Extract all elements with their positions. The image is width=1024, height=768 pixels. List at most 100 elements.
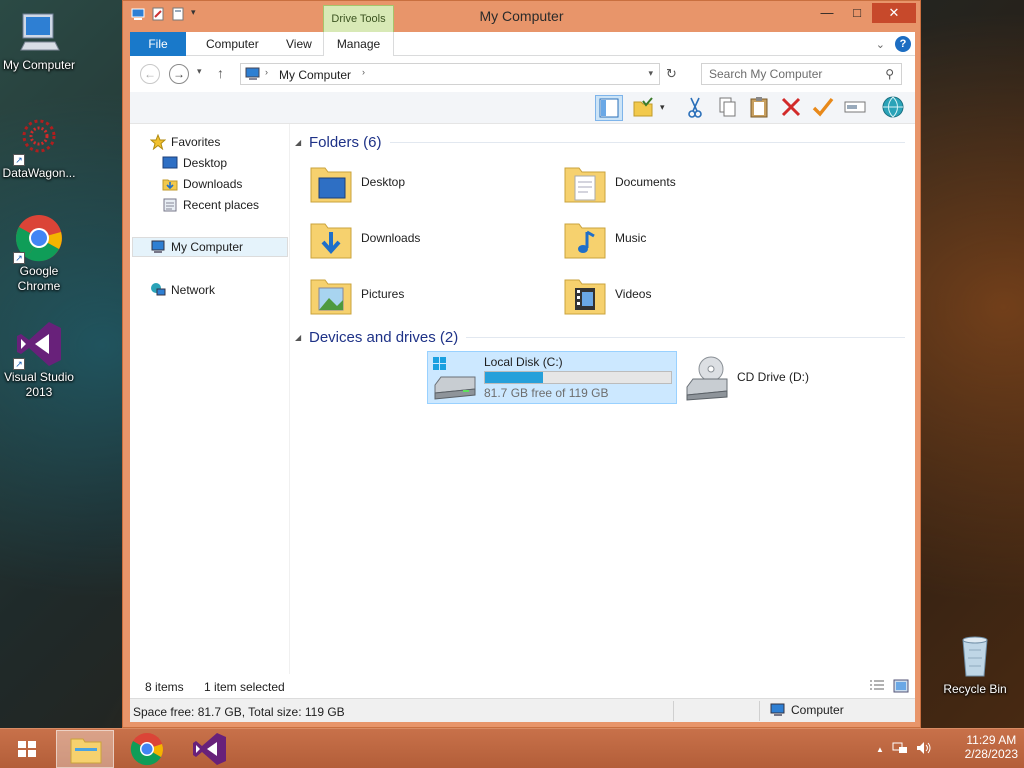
paste-button[interactable] xyxy=(746,95,774,121)
properties-button[interactable] xyxy=(810,95,838,121)
chrome-icon: ↗ xyxy=(13,214,63,264)
clock-time: 11:29 AM xyxy=(966,733,1017,747)
select-all-button[interactable] xyxy=(630,95,658,121)
tab-file[interactable]: File xyxy=(130,32,186,56)
search-icon[interactable]: ⚲ xyxy=(885,67,894,81)
folder-music[interactable]: Music xyxy=(561,213,811,263)
recent-places-icon xyxy=(162,197,178,213)
nav-network[interactable]: Network xyxy=(150,280,215,300)
folder-downloads[interactable]: Downloads xyxy=(307,213,557,263)
folder-name: Pictures xyxy=(361,287,405,301)
breadcrumb-chevron-icon[interactable]: › xyxy=(362,67,365,77)
details-location: Computer xyxy=(770,703,844,717)
folders-group-header[interactable]: ◢ Folders (6) xyxy=(295,132,905,152)
close-button[interactable]: ✕ xyxy=(872,3,916,23)
content-area: Favorites Desktop Downloads Recent place… xyxy=(130,124,915,674)
cut-button[interactable] xyxy=(682,95,710,121)
delete-button[interactable] xyxy=(778,95,806,121)
music-folder-icon xyxy=(561,214,609,262)
tab-manage[interactable]: Manage xyxy=(323,32,394,56)
drives-group-header[interactable]: ◢ Devices and drives (2) xyxy=(295,327,905,347)
folder-desktop[interactable]: Desktop xyxy=(307,157,557,207)
clock[interactable]: 11:29 AM 2/28/2023 xyxy=(965,733,1018,761)
folder-pictures[interactable]: Pictures xyxy=(307,269,557,319)
desktop-icon-my-computer[interactable]: My Computer xyxy=(0,8,78,73)
nav-recent-places[interactable]: Recent places xyxy=(162,195,259,215)
search-input[interactable] xyxy=(702,64,872,84)
explorer-window: ▾ Drive Tools My Computer — □ ✕ File Com… xyxy=(122,0,921,728)
drive-usage-bar xyxy=(484,371,672,384)
cd-drive-d-tile[interactable]: CD Drive (D:) xyxy=(683,352,933,402)
visual-studio-icon xyxy=(193,733,226,765)
address-bar[interactable]: › My Computer › ▾ xyxy=(240,63,660,85)
desktop-icon-google-chrome[interactable]: ↗ Google Chrome xyxy=(0,214,78,294)
select-dropdown-icon[interactable]: ▾ xyxy=(660,102,665,113)
nav-my-computer[interactable]: My Computer xyxy=(132,237,288,257)
address-dropdown-icon[interactable]: ▾ xyxy=(648,68,653,79)
local-disk-c-tile[interactable]: Local Disk (C:) 81.7 GB free of 119 GB xyxy=(427,351,677,404)
folder-check-icon xyxy=(633,97,653,117)
up-arrow-icon[interactable]: ↑ xyxy=(217,65,224,81)
taskbar-file-explorer[interactable] xyxy=(56,730,114,768)
desktop-folder-icon xyxy=(162,155,178,171)
selection-count: 1 item selected xyxy=(204,680,285,694)
delete-x-icon xyxy=(781,97,801,117)
large-icons-view-icon[interactable] xyxy=(893,679,909,693)
drives-group-label: Devices and drives (2) xyxy=(309,328,459,346)
desktop-icon-datawagon[interactable]: ↗ DataWagon... xyxy=(0,116,78,181)
details-view-icon[interactable] xyxy=(869,679,885,693)
nav-my-computer-label: My Computer xyxy=(171,240,244,254)
nav-network-label: Network xyxy=(171,283,216,297)
desktop-icon-recycle-bin[interactable]: Recycle Bin xyxy=(936,632,1014,697)
nav-downloads[interactable]: Downloads xyxy=(162,174,242,194)
expand-ribbon-chevron-icon[interactable]: ⌄ xyxy=(876,38,885,51)
tab-view[interactable]: View xyxy=(272,32,326,56)
preview-pane-button[interactable] xyxy=(595,95,623,121)
forward-button[interactable]: → xyxy=(169,64,189,84)
refresh-icon[interactable]: ↻ xyxy=(666,66,677,82)
tab-computer[interactable]: Computer xyxy=(192,32,273,56)
volume-icon[interactable] xyxy=(916,741,932,758)
start-button[interactable] xyxy=(0,730,56,768)
computer-small-icon xyxy=(770,703,785,716)
nav-desktop[interactable]: Desktop xyxy=(162,153,227,173)
minimize-button[interactable]: — xyxy=(812,3,842,23)
folder-name: Music xyxy=(615,231,647,245)
collapse-triangle-icon[interactable]: ◢ xyxy=(295,333,309,342)
help-icon[interactable]: ? xyxy=(895,36,911,52)
desktop-icon-label: My Computer xyxy=(2,58,76,72)
collapse-triangle-icon[interactable]: ◢ xyxy=(295,138,309,147)
main-content: ◢ Folders (6) Desktop Documents Download… xyxy=(295,124,915,674)
nav-desktop-label: Desktop xyxy=(183,156,228,170)
rename-icon xyxy=(844,101,866,113)
taskbar-visual-studio[interactable] xyxy=(180,730,238,768)
network-status-icon[interactable] xyxy=(892,741,908,758)
maximize-button[interactable]: □ xyxy=(842,3,872,23)
shortcut-arrow-icon: ↗ xyxy=(13,358,25,370)
star-icon xyxy=(149,133,167,151)
folder-videos[interactable]: Videos xyxy=(561,269,811,319)
layout-pane-icon xyxy=(599,98,619,118)
recent-locations-chevron-icon[interactable]: ▾ xyxy=(197,66,202,77)
cd-drive-icon xyxy=(683,353,731,401)
nav-favorites[interactable]: Favorites xyxy=(149,132,220,152)
copy-button[interactable] xyxy=(714,95,742,121)
address-path[interactable]: My Computer xyxy=(279,68,351,82)
search-box[interactable]: ⚲ xyxy=(701,63,902,85)
breadcrumb-separator-icon[interactable]: › xyxy=(265,67,268,77)
ribbon-help-area: ⌄ ? xyxy=(876,36,911,52)
details-separator xyxy=(673,701,674,721)
network-globe-button[interactable] xyxy=(880,95,908,121)
datawagon-icon: ↗ xyxy=(13,116,63,166)
rename-button[interactable] xyxy=(842,95,870,121)
downloads-folder-icon xyxy=(307,214,355,262)
window-controls: — □ ✕ xyxy=(812,3,916,23)
title-bar[interactable]: ▾ Drive Tools My Computer — □ ✕ xyxy=(123,1,920,32)
visual-studio-icon: ↗ xyxy=(13,320,63,370)
show-hidden-icons-icon[interactable]: ▲ xyxy=(876,745,884,754)
desktop-icon-visual-studio[interactable]: ↗ Visual Studio 2013 xyxy=(0,320,78,400)
pictures-folder-icon xyxy=(307,270,355,318)
back-button[interactable]: ← xyxy=(140,64,160,84)
taskbar-chrome[interactable] xyxy=(118,730,176,768)
folder-documents[interactable]: Documents xyxy=(561,157,811,207)
